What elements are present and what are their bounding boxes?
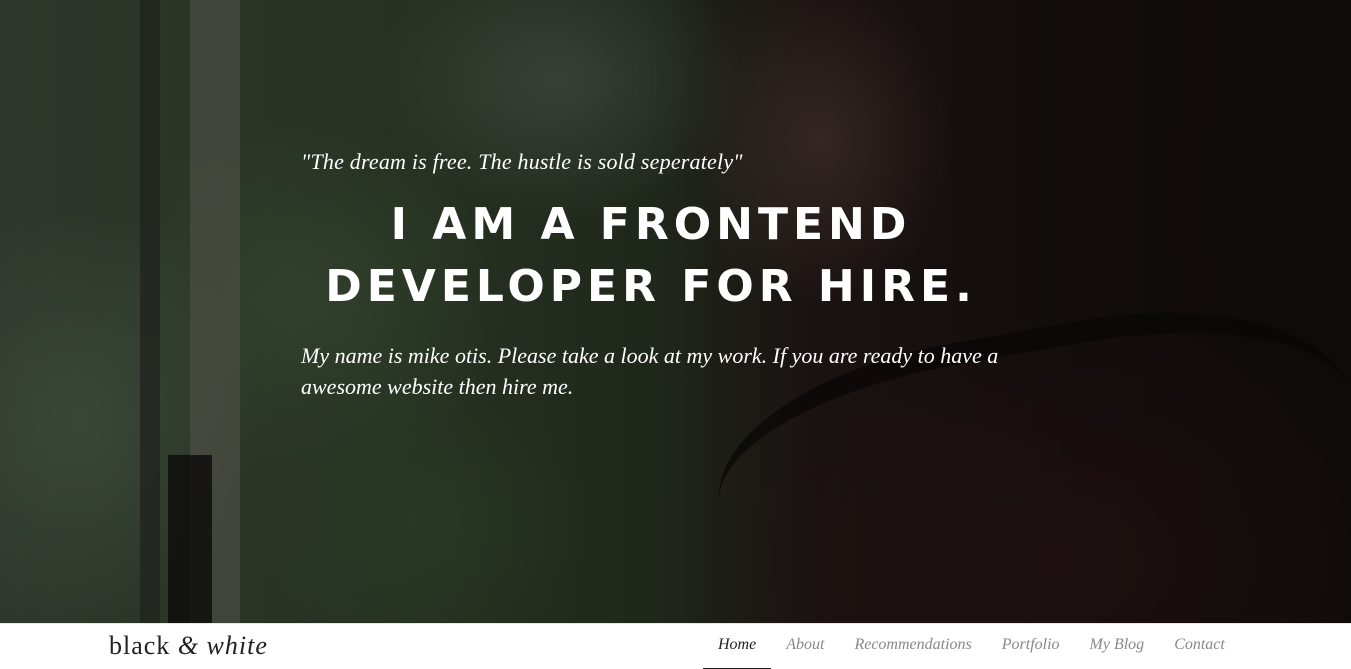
headline-line-1: I AM A FRONTEND: [390, 199, 912, 250]
headline-line-2: DEVELOPER FOR HIRE.: [325, 261, 977, 312]
bottom-navbar: black & white Home About Recommendations…: [0, 623, 1351, 669]
brand-black: black: [109, 631, 171, 660]
nav-item-home[interactable]: Home: [703, 624, 772, 669]
hero-section: "The dream is free. The hustle is sold s…: [0, 0, 1351, 623]
hero-headline: I AM A FRONTEND DEVELOPER FOR HIRE.: [301, 194, 1001, 318]
hero-intro: My name is mike otis. Please take a look…: [301, 343, 999, 399]
nav-item-contact[interactable]: Contact: [1159, 624, 1240, 669]
brand-ampersand: &: [177, 631, 200, 660]
nav-item-my-blog[interactable]: My Blog: [1075, 624, 1160, 669]
nav-item-recommendations[interactable]: Recommendations: [839, 624, 986, 669]
brand-logo[interactable]: black & white: [109, 631, 268, 661]
brand-white: white: [206, 631, 268, 660]
hero-content: "The dream is free. The hustle is sold s…: [301, 148, 1001, 402]
nav-menu: Home About Recommendations Portfolio My …: [703, 624, 1240, 669]
nav-item-about[interactable]: About: [771, 624, 839, 669]
hero-quote: "The dream is free. The hustle is sold s…: [301, 149, 743, 174]
nav-item-portfolio[interactable]: Portfolio: [987, 624, 1075, 669]
